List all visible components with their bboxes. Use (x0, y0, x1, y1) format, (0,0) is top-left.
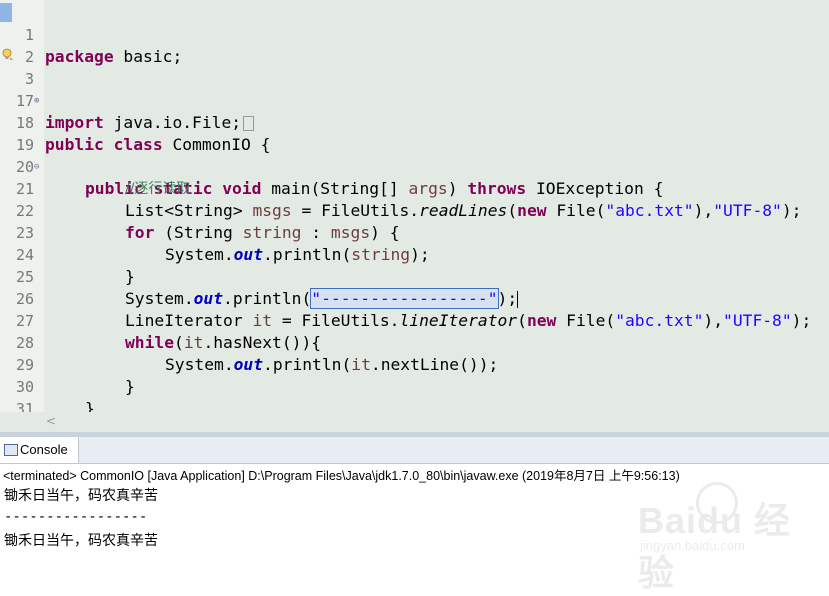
code-line: 27 while(it.hasNext()){ (0, 288, 829, 352)
code-line: 30 } (0, 354, 829, 418)
console-tab-bar: Console (0, 437, 829, 464)
code-line: 17 (0, 68, 829, 110)
code-line: 23 System.out.println(string); (0, 200, 829, 264)
console-output-line: 锄禾日当午，码农真辛苦 (4, 488, 158, 504)
console-run-header: <terminated> CommonIO [Java Application]… (3, 469, 680, 483)
code-line: 25 System.out.println("-----------------… (0, 244, 829, 309)
code-line: 1 package basic; (0, 2, 829, 66)
code-line: 21 List<String> msgs = FileUtils.readLin… (0, 156, 829, 220)
watermark-site: jingyan.baidu.com (640, 538, 745, 553)
code-line: 29 } (0, 332, 829, 396)
code-line: 18 public class CommonIO { (0, 90, 829, 154)
console-icon (4, 444, 18, 456)
tab-console[interactable]: Console (0, 437, 79, 463)
code-line: 31 } (0, 376, 829, 432)
code-line: 26 LineIterator it = FileUtils.lineItera… (0, 266, 829, 330)
console-output-line: 锄禾日当午，码农真辛苦 (4, 533, 158, 549)
scroll-left-arrow-icon[interactable]: < (46, 412, 56, 430)
code-line: 3 ⊕ import java.io.File; (0, 46, 829, 132)
code-editor[interactable]: 1 package basic; 2 3 ⊕ import java.io.Fi… (0, 0, 829, 432)
code-line: 24 } (0, 222, 829, 286)
code-line: 20 //逐行读取 (0, 134, 829, 197)
horizontal-scrollbar[interactable]: < (0, 412, 829, 432)
code-line: 2 (0, 24, 829, 66)
console-output-line: ----------------- (4, 509, 148, 525)
code-line: 28 System.out.println(it.nextLine()); (0, 310, 829, 374)
tab-console-label: Console (20, 442, 68, 457)
code-line: 22 for (String string : msgs) { (0, 178, 829, 242)
baidu-jingyan-watermark: Baidu 经验 jingyan.baidu.com (636, 480, 826, 593)
code-line: 19 ⊖ public static void main(String[] ar… (0, 112, 829, 198)
